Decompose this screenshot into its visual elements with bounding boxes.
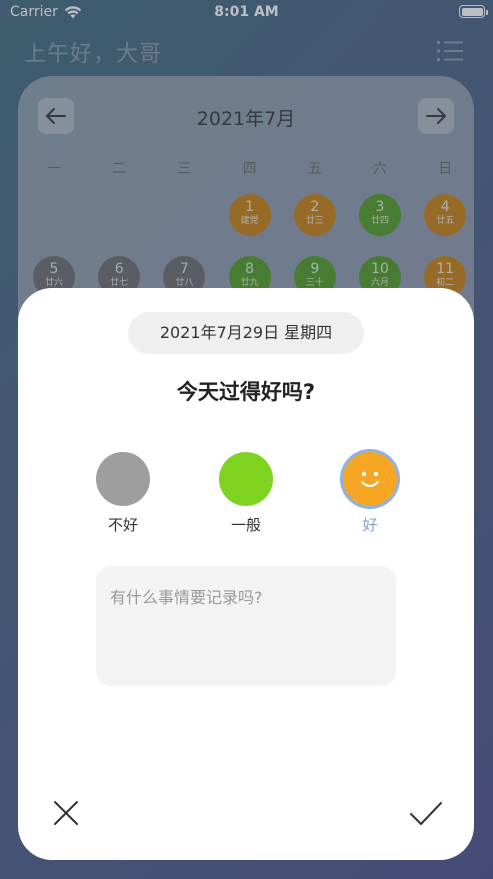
mood-ok-icon (219, 452, 273, 506)
note-input[interactable] (96, 566, 396, 686)
mood-bad-label: 不好 (107, 516, 138, 534)
mood-bad-icon (96, 452, 150, 506)
mood-dialog: 2021年7月29日 星期四 今天过得好吗? 不好 一般 好 (18, 288, 474, 860)
mood-option-good[interactable]: 好 (335, 452, 405, 535)
selected-date: 2021年7月29日 星期四 (128, 312, 364, 354)
close-button[interactable] (46, 793, 86, 833)
mood-good-label: 好 (362, 516, 378, 534)
checkmark-icon (410, 802, 442, 825)
mood-good-icon (343, 452, 397, 506)
close-icon (54, 801, 78, 825)
mood-question: 今天过得好吗? (176, 380, 316, 404)
mood-option-ok[interactable]: 一般 (211, 452, 281, 535)
mood-option-bad[interactable]: 不好 (88, 452, 158, 535)
confirm-button[interactable] (406, 793, 446, 833)
mood-ok-label: 一般 (230, 516, 261, 534)
smiley-face-icon (361, 471, 379, 487)
